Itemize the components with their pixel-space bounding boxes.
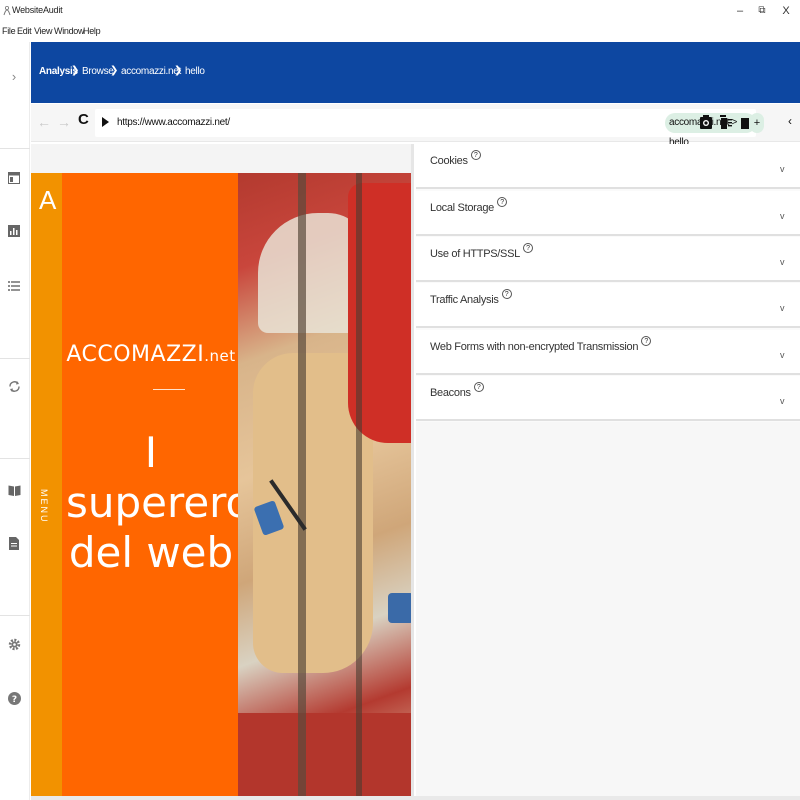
section-title-text: Cookies bbox=[430, 155, 468, 167]
graffiti-shape bbox=[356, 173, 362, 796]
svg-text:?: ? bbox=[11, 695, 16, 705]
help-icon[interactable]: ? bbox=[6, 690, 22, 706]
chevron-down-icon[interactable]: v bbox=[780, 350, 785, 360]
bottom-edge bbox=[31, 796, 800, 800]
url-text[interactable]: https://www.accomazzi.net/ bbox=[117, 117, 230, 128]
forward-button[interactable]: → bbox=[57, 114, 71, 130]
site-sidebar-strip bbox=[31, 173, 62, 796]
menu-bar: File Edit View Window Help bbox=[0, 24, 800, 40]
menu-edit[interactable]: Edit bbox=[17, 26, 32, 36]
hero-line: supereroi bbox=[66, 478, 263, 527]
section-beacons[interactable]: Beacons? v bbox=[416, 376, 800, 421]
preview-splitter[interactable] bbox=[411, 144, 414, 796]
section-title: Use of HTTPS/SSL? bbox=[430, 243, 533, 260]
add-page-button[interactable]: + bbox=[750, 113, 764, 133]
section-title: Web Forms with non-encrypted Transmissio… bbox=[430, 336, 652, 353]
chevron-down-icon[interactable]: v bbox=[780, 303, 785, 313]
section-title-text: Local Storage bbox=[430, 202, 494, 214]
sidebar: › ? bbox=[0, 42, 30, 800]
header-bar: Analysis ❯ Browse ❯ accomazzi.net ❯ hell… bbox=[31, 42, 800, 103]
hero-line: I bbox=[144, 428, 158, 477]
collapse-panel-button[interactable]: ‹ bbox=[788, 114, 792, 128]
go-icon[interactable] bbox=[102, 117, 109, 127]
section-cookies[interactable]: Cookies? v bbox=[416, 144, 800, 189]
site-brand-main: ACCOMAZZI bbox=[66, 342, 205, 367]
site-hero-text: I supereroi del web bbox=[66, 428, 263, 578]
title-bar: WebsiteAudit – ⧉ X bbox=[0, 0, 800, 22]
sidebar-divider bbox=[0, 458, 30, 459]
close-button[interactable]: X bbox=[774, 2, 798, 20]
section-https[interactable]: Use of HTTPS/SSL? v bbox=[416, 237, 800, 282]
preview-top-gap bbox=[31, 144, 414, 173]
menu-help[interactable]: Help bbox=[83, 26, 101, 36]
chevron-down-icon[interactable]: v bbox=[780, 257, 785, 267]
section-title: Beacons? bbox=[430, 382, 484, 399]
hero-line: del web bbox=[68, 528, 234, 577]
audit-panel: Cookies? v Local Storage? v Use of HTTPS… bbox=[416, 144, 800, 422]
breadcrumb-browse[interactable]: Browse bbox=[82, 66, 114, 77]
clear-cookies-icon[interactable] bbox=[719, 114, 733, 130]
chevron-down-icon[interactable]: v bbox=[780, 396, 785, 406]
graffiti-shape bbox=[238, 713, 414, 796]
breadcrumb-site[interactable]: accomazzi.net bbox=[121, 66, 181, 77]
chevron-down-icon[interactable]: v bbox=[780, 211, 785, 221]
chevron-down-icon[interactable]: v bbox=[780, 164, 785, 174]
gear-icon[interactable] bbox=[6, 636, 22, 652]
minimize-button[interactable]: – bbox=[728, 2, 752, 20]
section-title-text: Use of HTTPS/SSL bbox=[430, 248, 520, 260]
window-title: WebsiteAudit bbox=[12, 5, 63, 15]
maximize-button[interactable]: ⧉ bbox=[750, 2, 774, 20]
help-icon[interactable]: ? bbox=[641, 336, 652, 346]
menu-file[interactable]: File bbox=[2, 26, 16, 36]
section-title-text: Web Forms with non-encrypted Transmissio… bbox=[430, 341, 639, 353]
layout-icon[interactable] bbox=[6, 170, 22, 186]
reload-button[interactable]: C bbox=[78, 111, 89, 128]
help-icon[interactable]: ? bbox=[496, 197, 507, 207]
sidebar-expand-button[interactable]: › bbox=[6, 68, 22, 84]
app-icon bbox=[2, 4, 12, 16]
sidebar-divider bbox=[0, 148, 30, 149]
stop-icon[interactable] bbox=[738, 115, 752, 131]
screenshot-icon[interactable] bbox=[699, 114, 713, 130]
bar-chart-icon[interactable] bbox=[6, 223, 22, 239]
address-bar: ← → C https://www.accomazzi.net/ accomaz… bbox=[31, 104, 800, 148]
breadcrumb-page[interactable]: hello bbox=[185, 66, 205, 77]
list-icon[interactable] bbox=[6, 278, 22, 294]
help-icon[interactable]: ? bbox=[501, 289, 512, 299]
audit-panel-empty-area bbox=[416, 422, 800, 800]
hero-graffiti-image bbox=[238, 173, 414, 796]
section-title-text: Traffic Analysis bbox=[430, 294, 499, 306]
breadcrumb-separator: ❯ bbox=[110, 65, 119, 76]
breadcrumb-separator: ❯ bbox=[174, 65, 183, 76]
section-local-storage[interactable]: Local Storage? v bbox=[416, 191, 800, 236]
sidebar-divider bbox=[0, 615, 30, 616]
section-title: Cookies? bbox=[430, 150, 481, 167]
site-brand: ACCOMAZZI.net bbox=[65, 342, 237, 367]
url-field[interactable]: https://www.accomazzi.net/ accomazzi.net… bbox=[95, 109, 764, 148]
help-icon[interactable]: ? bbox=[473, 382, 484, 392]
section-title: Traffic Analysis? bbox=[430, 289, 512, 306]
breadcrumb-separator: ❯ bbox=[71, 65, 80, 76]
section-web-forms[interactable]: Web Forms with non-encrypted Transmissio… bbox=[416, 330, 800, 375]
section-traffic-analysis[interactable]: Traffic Analysis? v bbox=[416, 283, 800, 328]
web-preview[interactable]: A MENU ACCOMAZZI.net I supereroi del web bbox=[31, 144, 414, 796]
section-title: Local Storage? bbox=[430, 197, 507, 214]
section-title-text: Beacons bbox=[430, 387, 471, 399]
sidebar-divider bbox=[0, 358, 30, 359]
document-icon[interactable] bbox=[6, 535, 22, 551]
book-icon[interactable] bbox=[6, 482, 22, 498]
menu-window[interactable]: Window bbox=[54, 26, 85, 36]
site-logo[interactable]: A bbox=[39, 185, 56, 216]
site-menu-button[interactable]: MENU bbox=[39, 489, 49, 549]
help-icon[interactable]: ? bbox=[522, 243, 533, 253]
sync-icon[interactable] bbox=[6, 378, 22, 394]
menu-view[interactable]: View bbox=[34, 26, 52, 36]
help-icon[interactable]: ? bbox=[470, 150, 481, 160]
site-brand-suffix: .net bbox=[204, 347, 236, 365]
brand-divider bbox=[153, 389, 185, 390]
back-button[interactable]: ← bbox=[37, 114, 51, 130]
graffiti-shape bbox=[298, 173, 306, 796]
